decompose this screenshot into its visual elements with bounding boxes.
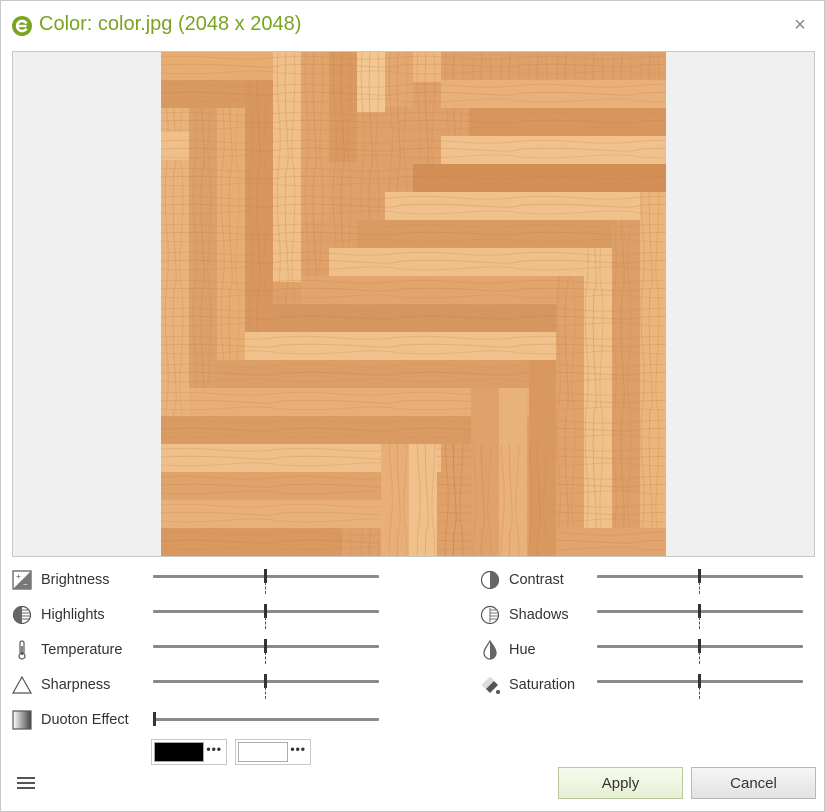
highlights-icon [12, 605, 32, 625]
gradient-icon [12, 710, 32, 730]
duoton-light-swatch[interactable]: ••• [235, 739, 311, 765]
thermometer-icon [18, 640, 26, 660]
saturation-row: Saturation [480, 675, 590, 699]
shadows-label: Shadows [509, 607, 569, 623]
shadows-row: Shadows [480, 605, 590, 629]
image-preview [12, 51, 815, 557]
more-icon[interactable]: ••• [290, 742, 306, 756]
temperature-label: Temperature [41, 642, 123, 658]
light-color-fill [238, 742, 288, 762]
svg-text:−: − [23, 580, 28, 589]
app-logo-icon [12, 16, 32, 36]
dark-color-fill [154, 742, 204, 762]
brightness-slider[interactable] [153, 567, 379, 594]
contrast-slider[interactable] [597, 567, 803, 594]
triangle-icon [12, 675, 32, 694]
drop-icon [483, 640, 497, 660]
shadows-slider[interactable] [597, 602, 803, 629]
brightness-icon: + − [12, 570, 32, 590]
wood-texture-image [161, 52, 666, 556]
sharpness-label: Sharpness [41, 677, 111, 693]
sharpness-slider[interactable] [153, 672, 379, 699]
duoton-label: Duoton Effect [41, 712, 129, 728]
hamburger-menu-icon[interactable] [16, 774, 36, 792]
close-icon[interactable]: × [790, 15, 810, 35]
duoton-dark-swatch[interactable]: ••• [151, 739, 227, 765]
paint-bucket-icon [482, 677, 500, 694]
hue-row: Hue [480, 640, 590, 664]
saturation-slider[interactable] [597, 672, 803, 699]
highlights-label: Highlights [41, 607, 105, 623]
hue-slider[interactable] [597, 637, 803, 664]
svg-text:+: + [16, 572, 21, 581]
duoton-slider[interactable] [153, 710, 379, 730]
temperature-slider[interactable] [153, 637, 379, 664]
saturation-label: Saturation [509, 677, 576, 693]
cancel-button[interactable]: Cancel [691, 767, 816, 799]
contrast-label: Contrast [509, 572, 564, 588]
contrast-row: Contrast [480, 570, 590, 594]
shadows-icon [480, 605, 500, 625]
hue-label: Hue [509, 642, 536, 658]
color-dialog: Color: color.jpg (2048 x 2048) × + − Bri… [0, 0, 825, 812]
dialog-title: Color: color.jpg (2048 x 2048) [39, 13, 302, 35]
title-bar: Color: color.jpg (2048 x 2048) × [1, 1, 824, 49]
highlights-slider[interactable] [153, 602, 379, 629]
apply-button[interactable]: Apply [558, 767, 683, 799]
contrast-icon [480, 570, 500, 590]
more-icon[interactable]: ••• [206, 742, 222, 756]
brightness-label: Brightness [41, 572, 110, 588]
